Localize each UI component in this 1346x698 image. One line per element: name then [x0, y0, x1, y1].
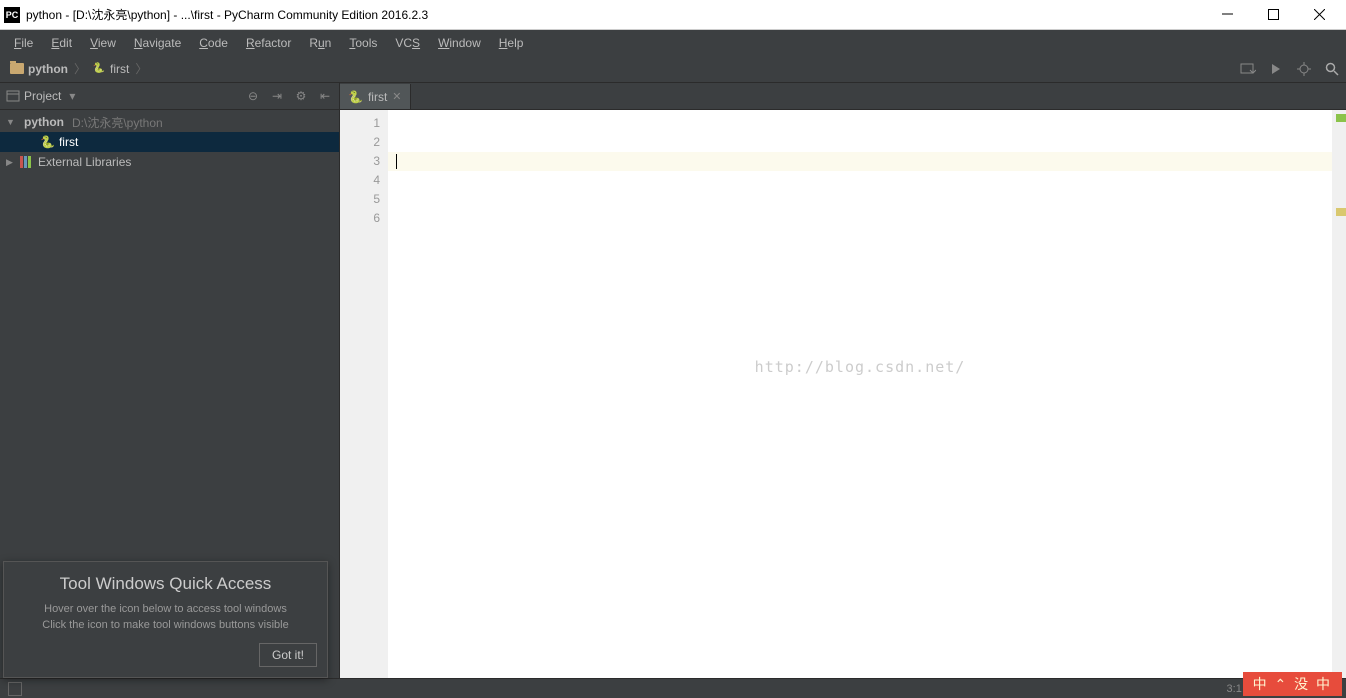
tree-project-path: D:\沈永亮\python — [72, 114, 163, 131]
tab-close-icon[interactable]: ✕ — [392, 90, 401, 103]
tree-expand-icon[interactable]: ▶ — [6, 157, 16, 168]
line-number: 2 — [344, 133, 380, 152]
line-number: 1 — [344, 114, 380, 133]
run-config-dropdown[interactable] — [1240, 61, 1256, 77]
line-number: 4 — [344, 171, 380, 190]
tool-windows-toggle-icon[interactable] — [8, 682, 22, 696]
menu-tools[interactable]: Tools — [341, 33, 385, 53]
python-file-icon: 🐍 — [40, 135, 55, 149]
breadcrumb-file-label: first — [110, 62, 129, 76]
menu-run[interactable]: Run — [301, 33, 339, 53]
got-it-button[interactable]: Got it! — [259, 643, 317, 667]
tree-file-label: first — [59, 135, 78, 149]
menu-edit[interactable]: Edit — [43, 33, 80, 53]
search-everywhere-button[interactable] — [1324, 61, 1340, 77]
python-file-icon: 🐍 — [348, 90, 363, 104]
line-number: 3 — [344, 152, 380, 171]
settings-gear-icon[interactable]: ⚙ — [293, 89, 309, 103]
menu-refactor[interactable]: Refactor — [238, 33, 299, 53]
minimize-button[interactable] — [1212, 5, 1242, 25]
project-tool-title: Project — [24, 89, 61, 103]
editor-tab-first[interactable]: 🐍 first ✕ — [340, 84, 411, 109]
collapse-all-icon[interactable]: ⊖ — [245, 89, 261, 103]
editor-area: 🐍 first ✕ 1 2 3 4 5 6 http://blog.c — [340, 83, 1346, 678]
menu-bar: File Edit View Navigate Code Refactor Ru… — [0, 30, 1346, 55]
menu-code[interactable]: Code — [191, 33, 236, 53]
project-view-dropdown[interactable]: ▾ — [69, 89, 75, 103]
tool-windows-tip-popup: Tool Windows Quick Access Hover over the… — [3, 561, 328, 678]
tree-project-name: python — [24, 115, 64, 129]
breadcrumb-root[interactable]: python — [6, 60, 72, 78]
scroll-from-source-icon[interactable]: ⇥ — [269, 89, 285, 103]
chevron-right-icon: 〉 — [135, 60, 147, 77]
maximize-button[interactable] — [1258, 5, 1288, 25]
text-cursor — [396, 154, 397, 169]
tab-label: first — [368, 90, 387, 104]
menu-navigate[interactable]: Navigate — [126, 33, 189, 53]
menu-window[interactable]: Window — [430, 33, 489, 53]
menu-help[interactable]: Help — [491, 33, 532, 53]
status-marker-warn[interactable] — [1336, 208, 1346, 216]
menu-file[interactable]: File — [6, 33, 41, 53]
folder-icon — [10, 63, 24, 74]
hide-tool-icon[interactable]: ⇤ — [317, 89, 333, 103]
tree-file-first[interactable]: 🐍 first — [0, 132, 339, 152]
popup-title: Tool Windows Quick Access — [14, 574, 317, 594]
app-icon: PC — [4, 7, 20, 23]
debug-button[interactable] — [1296, 61, 1312, 77]
tree-expand-icon[interactable]: ▼ — [6, 117, 16, 127]
window-title: python - [D:\沈永亮\python] - ...\first - P… — [26, 6, 1212, 23]
line-number: 5 — [344, 190, 380, 209]
popup-line2: Click the icon to make tool windows butt… — [14, 618, 317, 633]
libraries-icon — [20, 156, 34, 168]
python-file-icon: 🐍 — [92, 62, 106, 76]
status-bar: 3:1 n/a UTF-8 🔒 中 ⌃ 没 中 — [0, 678, 1346, 698]
window-titlebar: PC python - [D:\沈永亮\python] - ...\first … — [0, 0, 1346, 30]
editor-tab-bar: 🐍 first ✕ — [340, 83, 1346, 110]
run-button[interactable] — [1268, 61, 1284, 77]
line-gutter: 1 2 3 4 5 6 — [340, 110, 388, 678]
project-icon — [6, 89, 20, 103]
caret-position[interactable]: 3:1 — [1227, 683, 1242, 695]
tree-external-libraries[interactable]: ▶ External Libraries — [0, 152, 339, 172]
code-text-area[interactable]: http://blog.csdn.net/ — [388, 110, 1332, 678]
tree-external-label: External Libraries — [38, 155, 131, 169]
tree-project-root[interactable]: ▼ python D:\沈永亮\python — [0, 112, 339, 132]
popup-line1: Hover over the icon below to access tool… — [14, 602, 317, 617]
breadcrumb-file[interactable]: 🐍 first — [88, 60, 133, 78]
menu-vcs[interactable]: VCS — [387, 33, 428, 53]
status-marker-ok — [1336, 114, 1346, 122]
watermark-text: http://blog.csdn.net/ — [755, 358, 966, 377]
breadcrumb-root-label: python — [28, 62, 68, 76]
navigation-bar: python 〉 🐍 first 〉 — [0, 55, 1346, 83]
project-sidebar: Project ▾ ⊖ ⇥ ⚙ ⇤ ▼ python D:\沈永亮\python… — [0, 83, 340, 678]
ime-indicator[interactable]: 中 ⌃ 没 中 — [1243, 672, 1342, 696]
chevron-right-icon: 〉 — [74, 60, 86, 77]
menu-view[interactable]: View — [82, 33, 124, 53]
close-button[interactable] — [1304, 5, 1334, 25]
line-number: 6 — [344, 209, 380, 228]
project-tool-header: Project ▾ ⊖ ⇥ ⚙ ⇤ — [0, 83, 339, 110]
code-editor[interactable]: 1 2 3 4 5 6 http://blog.csdn.net/ — [340, 110, 1346, 678]
error-stripe[interactable] — [1332, 110, 1346, 678]
